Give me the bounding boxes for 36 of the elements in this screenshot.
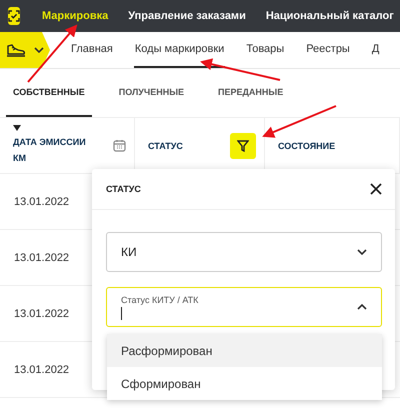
nav-tab[interactable]: Реестры bbox=[305, 32, 351, 68]
table-cell: 13.01.2022 bbox=[14, 308, 70, 320]
nav-tab[interactable]: Товары bbox=[245, 32, 286, 68]
dropdown-option[interactable]: Сформирован bbox=[107, 367, 382, 400]
field-value: КИ bbox=[121, 245, 137, 259]
chevron-down-icon bbox=[357, 249, 367, 255]
select-field[interactable]: КИ bbox=[106, 232, 382, 272]
nav-tab[interactable]: Главная bbox=[70, 32, 114, 68]
top-nav-link[interactable]: Национальный каталог bbox=[266, 10, 394, 22]
text-cursor bbox=[121, 306, 122, 320]
popup-title: СТАТУС bbox=[106, 184, 141, 194]
select-field[interactable]: Статус КИТУ / АТК bbox=[106, 287, 382, 327]
logo-icon[interactable] bbox=[8, 7, 20, 25]
nav-tab[interactable]: Д bbox=[370, 32, 380, 68]
product-switcher[interactable] bbox=[0, 32, 50, 68]
chevron-up-icon bbox=[357, 304, 367, 310]
close-button[interactable] bbox=[369, 182, 383, 196]
filter-button[interactable] bbox=[230, 132, 256, 158]
dropdown-option[interactable]: Расформирован bbox=[107, 334, 382, 367]
column-header: СТАТУС bbox=[148, 140, 184, 152]
chevron-down-icon bbox=[34, 47, 44, 53]
top-nav-link[interactable]: Управление заказами bbox=[128, 10, 246, 22]
tab[interactable]: ПОЛУЧЕННЫЕ bbox=[112, 69, 192, 117]
table-cell: 13.01.2022 bbox=[14, 196, 70, 208]
table-cell: 13.01.2022 bbox=[14, 252, 70, 264]
tab[interactable]: ПЕРЕДАННЫЕ bbox=[211, 69, 290, 117]
sneaker-icon bbox=[6, 42, 26, 58]
tab[interactable]: СОБСТВЕННЫЕ bbox=[6, 69, 92, 117]
calendar-icon[interactable] bbox=[113, 139, 126, 152]
field-label: Статус КИТУ / АТК bbox=[121, 294, 198, 304]
nav-tab[interactable]: Коды маркировки bbox=[134, 32, 226, 68]
filter-icon bbox=[237, 140, 249, 152]
column-header: ДАТА ЭМИССИИ КМ bbox=[13, 136, 87, 165]
column-header: СОСТОЯНИЕ bbox=[278, 140, 336, 152]
top-nav-link[interactable]: Маркировка bbox=[42, 10, 108, 22]
table-cell: 13.01.2022 bbox=[14, 364, 70, 376]
